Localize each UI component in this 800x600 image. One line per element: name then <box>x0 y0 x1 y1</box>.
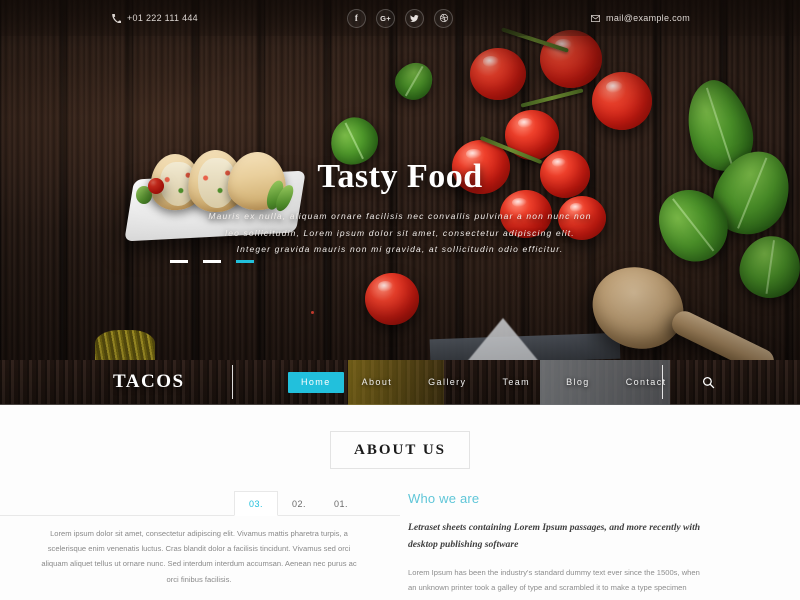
salt-pile <box>465 318 541 360</box>
phone-icon <box>112 13 121 23</box>
hero-title: Tasty Food <box>317 158 483 195</box>
about-tab-list: 03. 02. 01. <box>0 491 400 516</box>
about-right-column: Who we are Letraset sheets containing Lo… <box>400 491 800 595</box>
search-icon[interactable] <box>699 373 717 391</box>
tab-panel-text: Lorem ipsum dolor sit amet, consectetur … <box>41 529 357 584</box>
tab-03[interactable]: 03. <box>233 491 278 516</box>
nav-item-blog[interactable]: Blog <box>548 360 608 405</box>
dribbble-icon[interactable] <box>434 8 453 28</box>
social-links: f G+ <box>347 8 453 28</box>
nav-item-home[interactable]: Home <box>288 371 344 393</box>
nav-menu: Home About Gallery Team Blog Contact <box>288 360 685 405</box>
nav-item-contact[interactable]: Contact <box>608 360 685 405</box>
tab-01[interactable]: 01. <box>320 492 362 515</box>
decorative-red-dot <box>311 311 314 314</box>
slider-dot-1[interactable] <box>170 260 188 263</box>
nav-separator-right <box>662 365 663 399</box>
about-content: 03. 02. 01. Lorem ipsum dolor sit amet, … <box>0 491 800 595</box>
hero-subtitle: Mauris ex nulla, aliquam ornare facilisi… <box>120 208 680 258</box>
main-navigation: TACOS Home About Gallery Team Blog Conta… <box>0 360 800 405</box>
slider-dot-2[interactable] <box>203 260 221 263</box>
google-plus-glyph: G+ <box>380 13 391 23</box>
who-we-are-heading: Who we are <box>408 491 480 506</box>
top-contact-bar: +01 222 111 444 f G+ mail@example.com <box>0 0 800 36</box>
tab-02[interactable]: 02. <box>278 492 320 515</box>
envelope-icon <box>591 14 601 22</box>
about-section: ABOUT US 03. 02. 01. Lorem ipsum dolor s… <box>0 405 800 600</box>
twitter-icon[interactable] <box>405 8 424 28</box>
hero-subtitle-line-2: leo sollicitudin, Lorem ipsum dolor sit … <box>225 227 575 238</box>
phone-contact[interactable]: +01 222 111 444 <box>112 13 198 23</box>
nav-item-team[interactable]: Team <box>484 360 548 405</box>
phone-number: +01 222 111 444 <box>127 13 198 23</box>
nav-item-about[interactable]: About <box>344 360 411 405</box>
herb-bundle <box>95 330 155 360</box>
hero-banner: +01 222 111 444 f G+ mail@example.com Ta <box>0 0 800 360</box>
slider-indicators <box>170 260 254 263</box>
nav-item-gallery[interactable]: Gallery <box>410 360 484 405</box>
email-contact[interactable]: mail@example.com <box>591 13 690 23</box>
facebook-icon[interactable]: f <box>347 8 366 28</box>
email-address: mail@example.com <box>606 13 690 23</box>
facebook-glyph: f <box>354 13 359 23</box>
nav-separator-left <box>232 365 233 399</box>
hero-text-block: Tasty Food Mauris ex nulla, aliquam orna… <box>0 0 800 258</box>
slider-dot-3-active[interactable] <box>236 260 254 263</box>
site-logo[interactable]: TACOS <box>113 371 185 393</box>
tomato-loose <box>365 273 419 325</box>
hero-subtitle-line-1: Mauris ex nulla, aliquam ornare facilisi… <box>208 211 592 221</box>
about-lead-text: Letraset sheets containing Lorem Ipsum p… <box>408 522 701 550</box>
hero-subtitle-line-3: Integer gravida mauris non mi gravida, a… <box>236 244 564 255</box>
about-left-column: 03. 02. 01. Lorem ipsum dolor sit amet, … <box>0 491 400 595</box>
about-paragraph: Lorem Ipsum has been the industry's stan… <box>408 568 700 593</box>
about-heading: ABOUT US <box>330 431 470 469</box>
google-plus-icon[interactable]: G+ <box>376 8 395 28</box>
